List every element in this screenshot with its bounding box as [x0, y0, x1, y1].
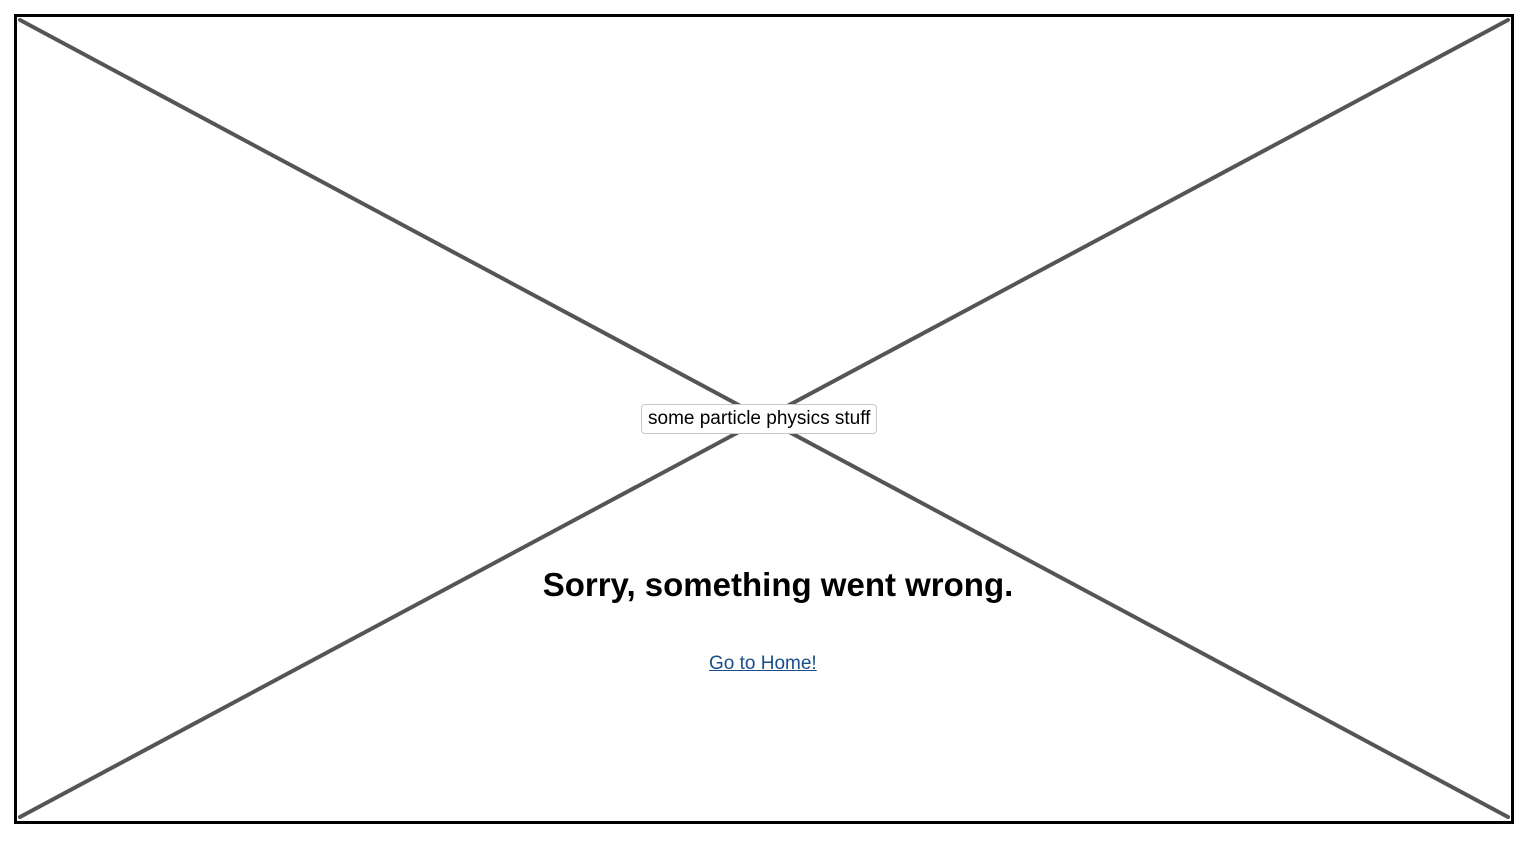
image-alt-label: some particle physics stuff	[641, 404, 878, 434]
go-to-home-link[interactable]: Go to Home!	[709, 653, 817, 675]
error-title: Sorry, something went wrong.	[0, 566, 1527, 604]
error-title-text: Sorry, something went wrong.	[540, 566, 1016, 603]
